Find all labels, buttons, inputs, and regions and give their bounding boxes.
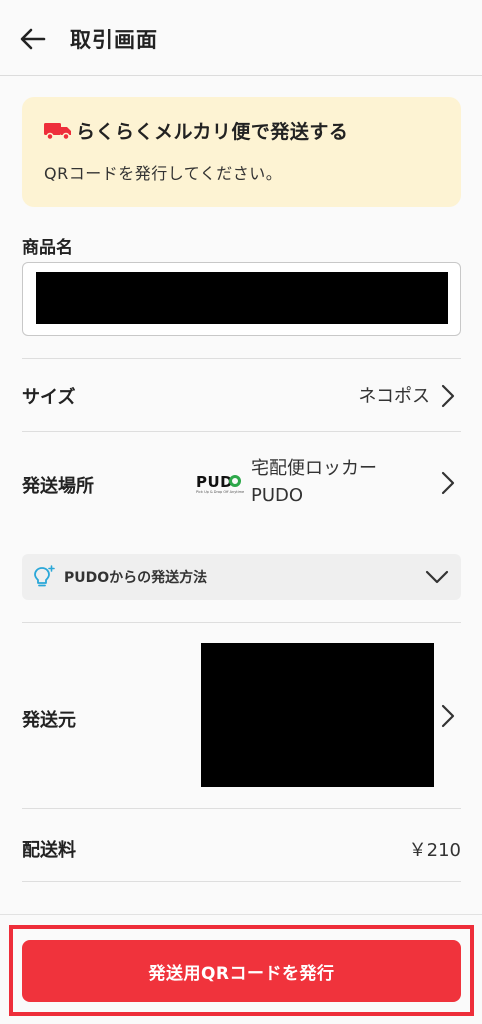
divider (22, 358, 461, 359)
size-value: ネコポス (358, 386, 430, 407)
shipping-place-label: 発送場所 (22, 476, 94, 497)
divider (22, 622, 461, 623)
back-arrow-icon[interactable] (18, 24, 48, 54)
divider (22, 431, 461, 432)
shipping-fee-label: 配送料 (22, 840, 76, 861)
size-label: サイズ (22, 387, 76, 408)
lightbulb-icon (34, 565, 55, 587)
transaction-screen: 取引画面 らくらくメルカリ便で発送する QRコードを発行してください。 商品名 … (0, 0, 482, 1024)
issue-qr-code-button[interactable]: 発送用QRコードを発行 (22, 940, 461, 1002)
pudo-logo: PUD Pick Up & Drop Off Anytime (196, 473, 245, 494)
bottom-bar-border (0, 914, 482, 915)
page-title: 取引画面 (70, 28, 158, 52)
redacted-product-name (36, 272, 448, 324)
shipping-fee-value: ￥210 (408, 840, 461, 861)
redacted-origin-address (201, 643, 434, 787)
product-name-field (22, 262, 461, 336)
chevron-right-icon (441, 704, 455, 728)
pudo-howto-accordion[interactable]: PUDOからの発送方法 (22, 554, 461, 600)
product-name-label: 商品名 (22, 238, 73, 258)
notice-title: らくらくメルカリ便で発送する (76, 121, 349, 143)
divider (22, 881, 461, 882)
chevron-down-icon (425, 570, 449, 584)
delivery-truck-icon (44, 123, 71, 140)
notice-text: QRコードを発行してください。 (44, 164, 283, 183)
shipping-notice: らくらくメルカリ便で発送する QRコードを発行してください。 (22, 97, 461, 207)
chevron-right-icon (441, 471, 455, 495)
shipping-place-value: 宅配便ロッカー PUDO (251, 458, 377, 506)
shipping-origin-label: 発送元 (22, 710, 76, 731)
howto-label: PUDOからの発送方法 (64, 570, 208, 586)
header: 取引画面 (0, 0, 482, 76)
chevron-right-icon (441, 384, 455, 408)
divider (22, 808, 461, 809)
